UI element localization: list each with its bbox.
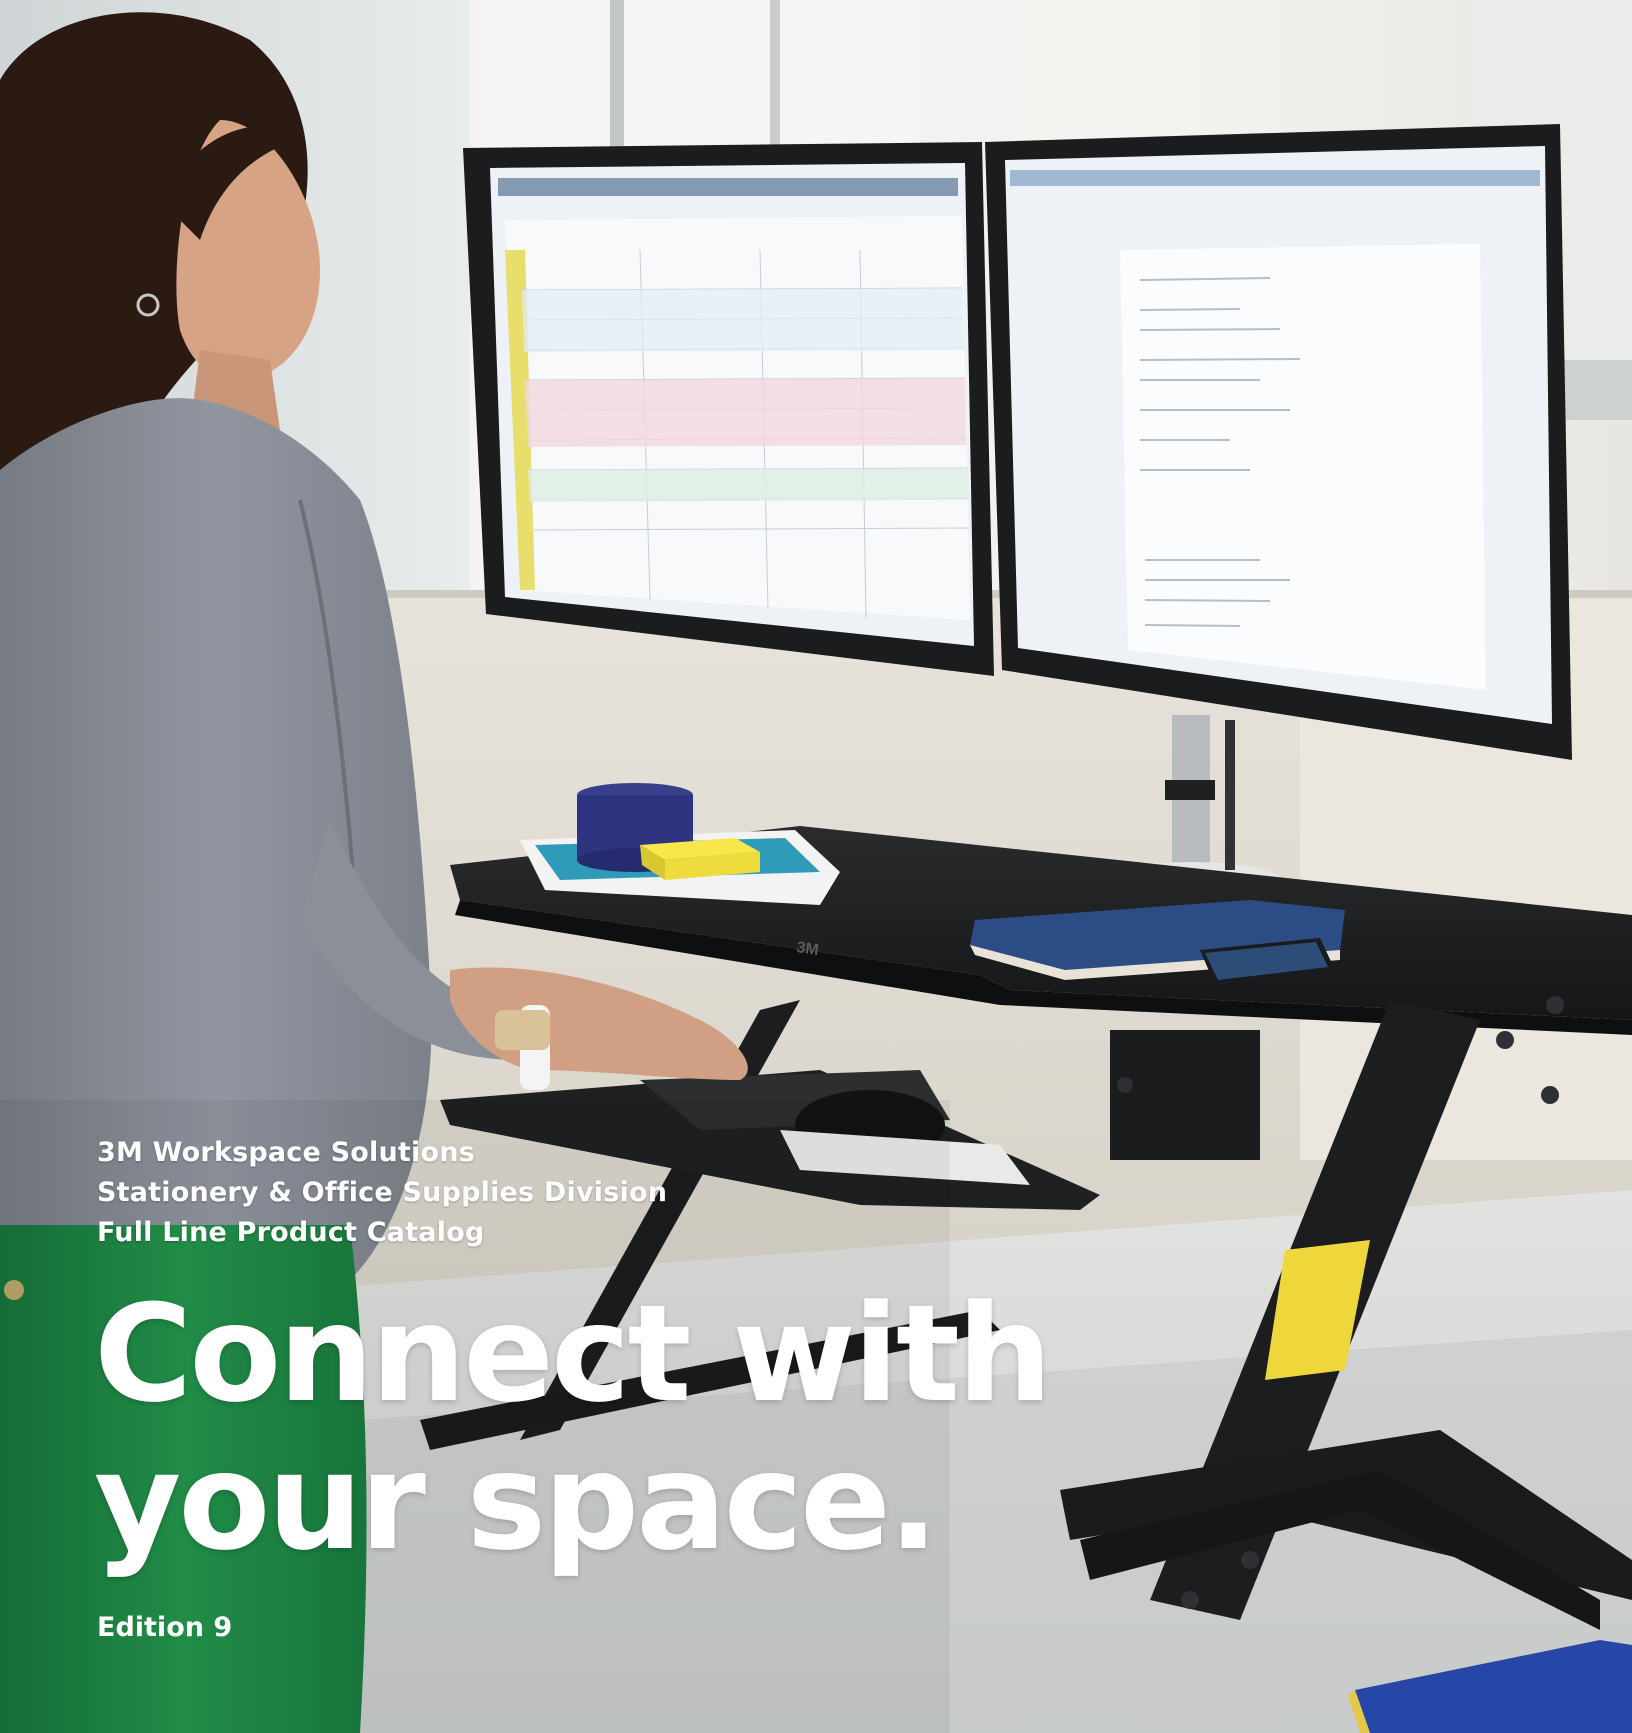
right-monitor — [985, 124, 1572, 760]
headline-line-2: your space. — [94, 1424, 939, 1580]
edition-label: Edition 9 — [97, 1612, 233, 1643]
left-monitor — [463, 142, 994, 676]
catalog-cover: 3M 3M Workspace Solutions Stationery & O… — [0, 0, 1632, 1733]
subtitle-line-2: Stationery & Office Supplies Division — [97, 1177, 668, 1208]
headline-line-1: Connect with — [94, 1276, 1052, 1432]
desk-brand-mark: 3M — [795, 939, 819, 959]
cover-headline: Connect with your space. — [94, 1276, 1052, 1580]
subtitle-line-3: Full Line Product Catalog — [97, 1217, 485, 1248]
catalog-subtitle: 3M Workspace Solutions Stationery & Offi… — [97, 1133, 667, 1253]
subtitle-line-1: 3M Workspace Solutions — [97, 1137, 475, 1168]
